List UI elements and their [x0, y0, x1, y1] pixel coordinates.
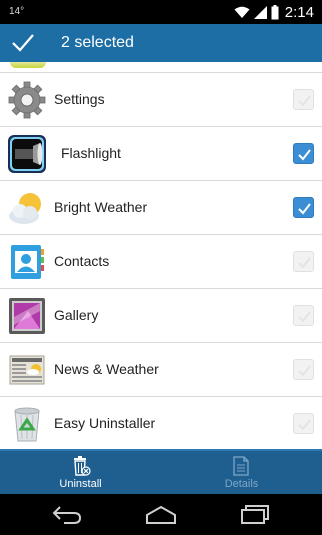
list-item-bright-weather[interactable]: Bright Weather: [0, 181, 322, 235]
status-icons: 2:14: [234, 2, 314, 22]
app-name: News & Weather: [54, 361, 159, 377]
app-list[interactable]: Settings Flashlight Bright Weather Conta…: [0, 62, 322, 449]
wifi-icon: [234, 6, 250, 18]
battery-icon: [271, 4, 279, 19]
app-checkbox[interactable]: [293, 197, 314, 218]
status-time: 2:14: [284, 3, 314, 21]
details-document-icon: [233, 456, 249, 476]
details-label: Details: [224, 478, 259, 490]
app-checkbox[interactable]: [293, 251, 314, 272]
list-item-easy-uninstaller[interactable]: Easy Uninstaller: [0, 397, 322, 449]
uninstall-trash-icon: [74, 456, 91, 476]
app-checkbox[interactable]: [293, 413, 314, 434]
app-checkbox[interactable]: [293, 305, 314, 326]
system-navigation-bar: [0, 494, 322, 535]
app-icon-partial: [10, 62, 46, 68]
app-checkbox[interactable]: [293, 143, 314, 164]
selection-action-bar: 2 selected: [0, 24, 322, 62]
app-name: Contacts: [54, 253, 110, 269]
signal-icon: [253, 5, 267, 19]
back-icon[interactable]: [52, 503, 82, 530]
status-temperature: 14°: [9, 6, 25, 17]
app-name: Settings: [54, 91, 105, 107]
weather-sun-cloud-icon: [8, 189, 46, 227]
app-name: Bright Weather: [54, 199, 148, 215]
uninstall-label: Uninstall: [59, 478, 102, 490]
home-icon[interactable]: [145, 503, 177, 530]
app-name: Easy Uninstaller: [54, 415, 156, 431]
flashlight-icon: [8, 135, 46, 173]
status-bar: 14° 2:14: [0, 0, 322, 24]
app-name: Gallery: [54, 307, 99, 323]
settings-gear-icon: [8, 81, 46, 119]
done-check-icon[interactable]: [11, 32, 35, 54]
list-item-news-weather[interactable]: News & Weather: [0, 343, 322, 397]
list-item-settings[interactable]: Settings: [0, 73, 322, 127]
app-name: Flashlight: [61, 145, 121, 161]
bottom-action-bar: Uninstall Details: [0, 449, 322, 494]
recent-apps-icon[interactable]: [240, 503, 270, 530]
gallery-icon: [8, 297, 46, 335]
app-checkbox[interactable]: [293, 89, 314, 110]
list-item-contacts[interactable]: Contacts: [0, 235, 322, 289]
selection-count-title: 2 selected: [61, 34, 134, 51]
newspaper-icon: [8, 351, 46, 389]
recycle-bin-icon: [8, 405, 46, 443]
list-item-flashlight[interactable]: Flashlight: [0, 127, 322, 181]
uninstall-button[interactable]: Uninstall: [0, 451, 161, 494]
details-button[interactable]: Details: [161, 451, 322, 494]
contacts-icon: [8, 243, 46, 281]
list-item-gallery[interactable]: Gallery: [0, 289, 322, 343]
list-item-partial: [0, 62, 322, 73]
app-checkbox[interactable]: [293, 359, 314, 380]
